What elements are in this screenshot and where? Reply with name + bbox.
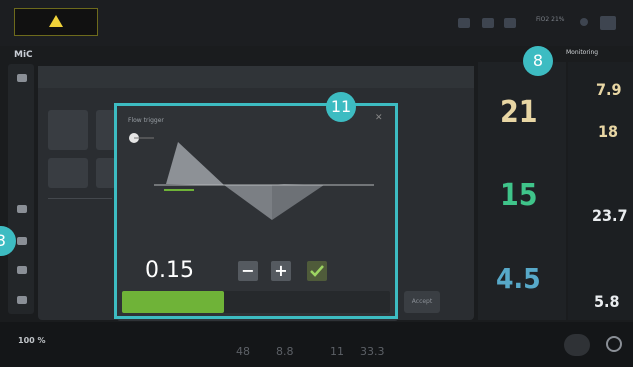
settings-info (48, 198, 112, 233)
parameter-value[interactable]: 21 (500, 95, 538, 130)
pause-icon[interactable] (17, 266, 27, 274)
menu-icon[interactable] (17, 74, 27, 82)
setting-tile[interactable] (96, 110, 116, 150)
bottom-value: 33.3 (360, 345, 385, 358)
callout-frame (114, 103, 398, 319)
parameter-value[interactable]: 4.5 (496, 262, 541, 295)
setting-tile[interactable] (96, 158, 116, 188)
parameter-value[interactable]: 7.9 (596, 80, 622, 99)
display-icon[interactable] (458, 18, 470, 28)
bottom-value: 48 (236, 345, 250, 358)
accept-button[interactable]: Accept (404, 291, 440, 313)
parameter-value[interactable]: 5.8 (594, 292, 620, 311)
trend-icon[interactable] (17, 237, 27, 245)
parameter-value[interactable]: 15 (500, 178, 538, 213)
left-toolbar (8, 64, 34, 314)
ventilation-mode[interactable]: MiC (14, 50, 33, 60)
warning-triangle-icon (49, 15, 63, 27)
bottom-bar (0, 322, 633, 367)
o2-value[interactable]: 100 % (18, 336, 46, 345)
timer-icon[interactable] (606, 336, 622, 352)
network-icon (580, 18, 588, 26)
callout-badge: 11 (326, 92, 356, 122)
more-button[interactable] (564, 334, 590, 356)
secondary-parameter-column (568, 62, 633, 320)
alarm-indicator[interactable] (14, 8, 98, 36)
bottom-value: 11 (330, 345, 344, 358)
setting-tile[interactable] (48, 110, 88, 150)
bottom-value: 8.8 (276, 345, 294, 358)
loop-icon[interactable] (17, 205, 27, 213)
settings-panel-header (38, 66, 474, 88)
parameter-value[interactable]: 18 (598, 122, 618, 141)
power-icon (600, 16, 616, 30)
callout-badge: 8 (523, 46, 553, 76)
setting-tile[interactable] (48, 158, 88, 188)
monitoring-label[interactable]: Monitoring (566, 49, 598, 56)
parameter-value[interactable]: 23.7 (592, 206, 628, 225)
settings-icon[interactable] (504, 18, 516, 28)
camera-icon[interactable] (482, 18, 494, 28)
view-icon[interactable] (17, 296, 27, 304)
status-text: FiO2 21% (536, 16, 565, 23)
